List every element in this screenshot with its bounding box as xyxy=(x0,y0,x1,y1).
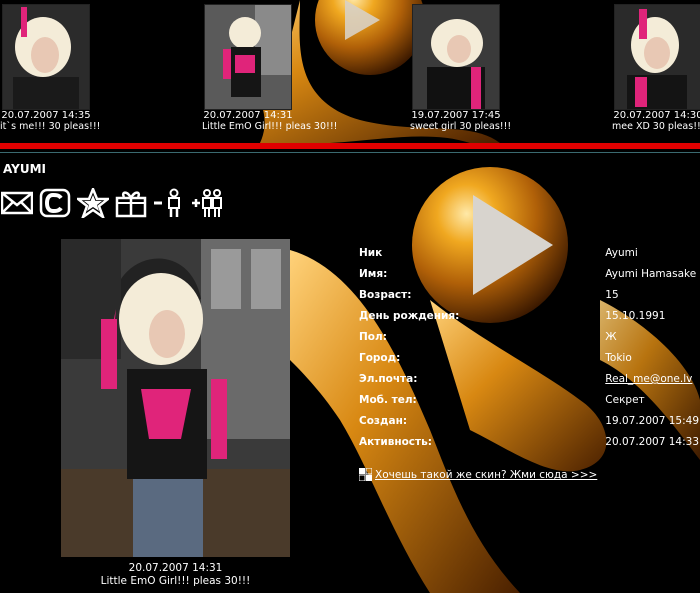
remove-friend-button[interactable] xyxy=(152,187,186,219)
person-minus-icon xyxy=(154,188,180,217)
info-row-email: Эл.почта: Real_me@one.lv xyxy=(359,369,699,390)
star-icon xyxy=(77,188,109,218)
profile-photo-caption: Little EmO Girl!!! pleas 30!!! xyxy=(100,575,251,587)
info-row-gender: Пол: Ж xyxy=(359,326,699,347)
photo-date: 20.07.2007 14:35 xyxy=(1,110,91,121)
info-value: 20.07.2007 14:33 xyxy=(605,436,699,449)
checker-icon xyxy=(359,468,372,481)
info-label: Ник xyxy=(359,246,383,259)
info-label: День рождения: xyxy=(359,309,460,322)
photo-caption: mee XD 30 pleas!!! xyxy=(612,121,700,132)
info-label: Активность: xyxy=(359,436,432,449)
recent-photos-strip: 20.07.2007 14:35 it`s me!!! 30 pleas!!! … xyxy=(0,0,700,143)
skin-promo-link[interactable]: Хочешь такой же скин? Жми сюда >>> xyxy=(375,469,597,481)
photo-caption: sweet girl 30 pleas!!! xyxy=(410,121,512,132)
photo-date: 20.07.2007 14:30 xyxy=(613,110,700,121)
recent-photo-2[interactable]: 20.07.2007 14:31 Little EmO Girl!!! plea… xyxy=(202,4,338,132)
profile-photo-caption-block: 20.07.2007 14:31 Little EmO Girl!!! plea… xyxy=(61,562,290,588)
favorite-button[interactable] xyxy=(76,187,110,219)
profile-actions-bar xyxy=(0,187,224,219)
profile-photo-date: 20.07.2007 14:31 xyxy=(128,562,223,574)
header-divider-red xyxy=(0,143,700,149)
info-label: Моб. тел: xyxy=(359,394,417,407)
info-row-nick: Ник Ayumi xyxy=(359,242,699,263)
recent-photo-4[interactable]: 20.07.2007 14:30 mee XD 30 pleas!!! xyxy=(612,4,700,132)
photo-date: 20.07.2007 14:31 xyxy=(203,110,293,121)
info-row-phone: Моб. тел: Секрет xyxy=(359,390,699,411)
profile-info-table: Ник Ayumi Имя: Ayumi Hamasake Возраст: 15 Д… xyxy=(359,242,699,453)
info-label: Имя: xyxy=(359,267,388,280)
recent-photo-3[interactable]: 19.07.2007 17:45 sweet girl 30 pleas!!! xyxy=(410,4,512,132)
info-label: Пол: xyxy=(359,330,387,343)
recent-photo-1[interactable]: 20.07.2007 14:35 it`s me!!! 30 pleas!!! xyxy=(0,4,101,132)
info-label: Город: xyxy=(359,352,401,365)
info-value: Ayumi xyxy=(605,246,638,259)
info-value: 15 xyxy=(605,288,619,301)
info-value: Tokio xyxy=(605,352,632,365)
copyright-button[interactable] xyxy=(38,187,72,219)
photo-thumbnail[interactable] xyxy=(614,4,700,110)
info-label: Создан: xyxy=(359,415,408,428)
info-row-activity: Активность: 20.07.2007 14:33 xyxy=(359,432,699,453)
send-message-button[interactable] xyxy=(0,187,34,219)
photo-caption: it`s me!!! 30 pleas!!! xyxy=(0,121,101,132)
envelope-icon xyxy=(1,191,33,215)
email-link[interactable]: Real_me@one.lv xyxy=(605,373,692,385)
info-value: 15.10.1991 xyxy=(605,309,666,322)
header-divider-teal xyxy=(0,152,700,153)
info-value: Ayumi Hamasake xyxy=(605,267,697,280)
skin-promo: Хочешь такой же скин? Жми сюда >>> xyxy=(359,468,597,481)
add-friend-button[interactable] xyxy=(190,187,224,219)
info-value: 19.07.2007 15:49 xyxy=(605,415,699,428)
letter-c-icon xyxy=(39,188,71,218)
photo-caption: Little EmO Girl!!! pleas 30!!! xyxy=(202,121,338,132)
info-label: Эл.почта: xyxy=(359,373,418,386)
info-value: Ж xyxy=(605,330,617,343)
photo-thumbnail[interactable] xyxy=(204,4,292,110)
gift-button[interactable] xyxy=(114,187,148,219)
info-row-city: Город: Tokio xyxy=(359,347,699,368)
photo-thumbnail[interactable] xyxy=(412,4,500,110)
people-plus-icon xyxy=(192,189,222,217)
info-row-age: Возраст: 15 xyxy=(359,284,699,305)
gift-icon xyxy=(115,191,147,218)
info-row-created: Создан: 19.07.2007 15:49 xyxy=(359,411,699,432)
profile-photo[interactable] xyxy=(61,239,290,557)
info-row-name: Имя: Ayumi Hamasake xyxy=(359,263,699,284)
photo-thumbnail[interactable] xyxy=(2,4,90,110)
profile-username: AYUMI xyxy=(3,162,46,176)
info-value: Секрет xyxy=(605,394,645,407)
info-row-birthday: День рождения: 15.10.1991 xyxy=(359,305,699,326)
info-label: Возраст: xyxy=(359,288,412,301)
photo-date: 19.07.2007 17:45 xyxy=(411,110,501,121)
